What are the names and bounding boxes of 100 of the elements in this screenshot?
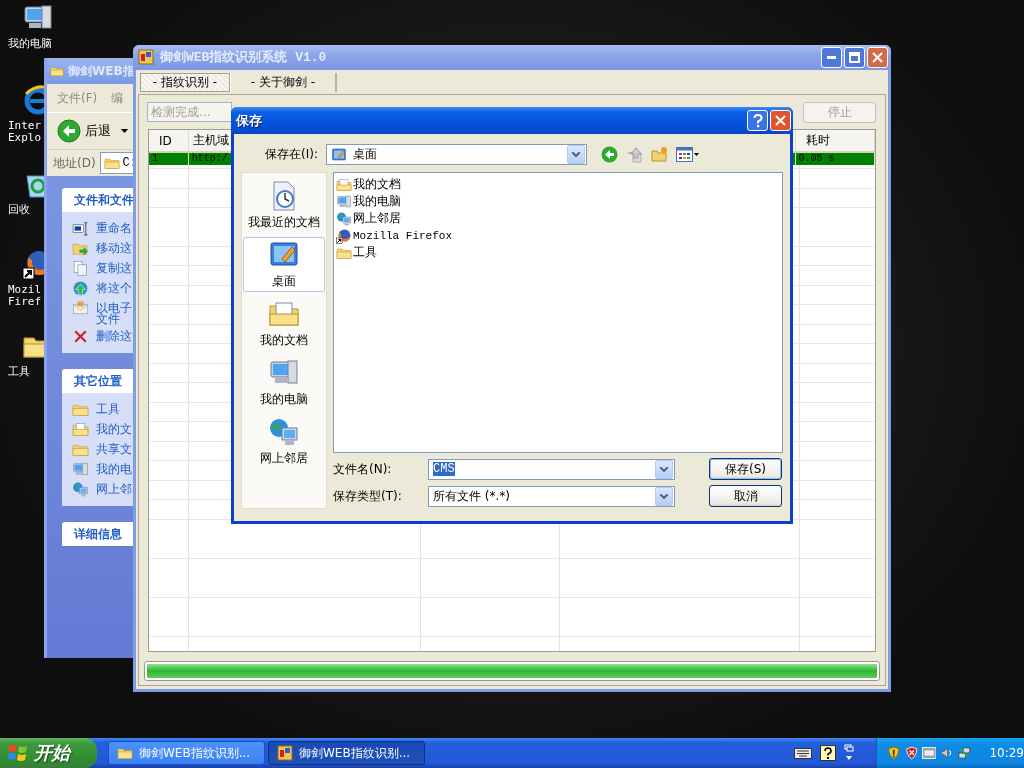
places-item[interactable]: 我的电脑 [243, 355, 325, 410]
task-link[interactable]: 复制这 [96, 260, 133, 274]
table-cell: 1 [152, 153, 158, 164]
places-item[interactable]: 桌面 [243, 237, 325, 292]
help-button[interactable] [747, 110, 768, 131]
computer-icon [336, 193, 352, 210]
close-icon [872, 51, 883, 63]
places-item[interactable]: 我的文档 [243, 296, 325, 351]
windows-logo-icon [8, 744, 28, 762]
views-icon[interactable] [676, 147, 700, 162]
table-cell: http:/ [191, 153, 228, 164]
speaker-icon[interactable] [940, 745, 954, 761]
shield-icon[interactable] [887, 745, 901, 761]
tab[interactable]: - 关于御剑 - [230, 72, 337, 92]
folder-icon [117, 745, 133, 761]
file-name-label: 文件名(N): [333, 460, 393, 478]
desktop-icon-label: 我的电脑 [8, 38, 52, 50]
help-icon [752, 113, 763, 128]
text-box-icon [72, 220, 89, 237]
dropdown-value: 所有文件 (*.*) [433, 487, 510, 505]
minimize-button[interactable] [821, 46, 842, 68]
save-in-label: 保存在(I): [264, 146, 319, 163]
maximize-icon [849, 51, 860, 63]
folder-icon [50, 64, 64, 78]
column-header[interactable]: 主机域 [192, 132, 229, 149]
close-button[interactable] [867, 46, 888, 68]
save-button[interactable]: 保存(S) [709, 458, 782, 480]
computer-icon [72, 461, 89, 478]
keyboard-icon[interactable] [794, 746, 812, 760]
close-icon [775, 115, 786, 126]
task-link[interactable]: 共享文 [96, 441, 133, 455]
app-icon [277, 745, 293, 761]
column-header[interactable]: ID [159, 133, 172, 148]
file-name-field[interactable]: CMS [428, 458, 675, 480]
places-item[interactable]: 我最近的文档 [243, 178, 325, 233]
tab[interactable]: - 指纹识别 - [140, 72, 230, 92]
desktop-icon-label: Inter Explo [8, 120, 42, 144]
help-icon[interactable] [820, 745, 836, 761]
places-item[interactable]: 网上邻居 [243, 414, 325, 469]
desktop-icon-label: Mozil Firef [8, 284, 42, 308]
file-item[interactable]: 我的文档 [336, 176, 780, 193]
network-icon [268, 416, 300, 448]
file-item[interactable]: 工具 [336, 244, 780, 261]
file-item[interactable]: 网上邻居 [336, 210, 780, 227]
minimize-icon [827, 55, 836, 59]
back-icon[interactable] [601, 146, 618, 163]
file-item[interactable]: Mozilla Firefox [336, 227, 780, 244]
taskbar-button[interactable]: 御剑WEB指纹识别... [268, 741, 425, 765]
column-header[interactable]: 耗时 [805, 132, 830, 149]
globe-upload-icon [72, 280, 89, 297]
desktop-icon [331, 146, 347, 163]
network-icon [336, 210, 352, 227]
task-link[interactable]: 重命名 [96, 220, 133, 234]
task-link[interactable]: 删除这 [96, 328, 133, 342]
task-link[interactable]: 网上邻 [96, 481, 133, 495]
file-type-dropdown[interactable]: 所有文件 (*.*) [428, 485, 675, 507]
task-link[interactable]: 我的电 [96, 461, 133, 475]
documents-folder-icon [336, 176, 352, 193]
browser-icon [336, 227, 352, 244]
vm-icon[interactable] [922, 746, 937, 760]
delete-icon [72, 328, 89, 345]
dropdown-button[interactable] [655, 486, 673, 506]
table-cell: 0.05 s [798, 153, 835, 164]
window-title: 御剑WEB指纹识别系统 V1.0 [160, 49, 328, 67]
dropdown-button[interactable] [655, 459, 673, 479]
close-button[interactable] [770, 110, 791, 131]
file-name-value: CMS [433, 462, 455, 476]
start-button[interactable]: 开始 [0, 738, 97, 768]
cancel-button[interactable]: 取消 [709, 485, 782, 507]
back-icon [57, 119, 81, 143]
task-link[interactable]: 移动这 [96, 240, 133, 254]
app-icon [138, 49, 154, 66]
security-alert-icon[interactable] [904, 745, 919, 761]
documents-folder-icon [72, 421, 89, 438]
task-link[interactable]: 我的文 [96, 421, 133, 435]
panel-title[interactable]: 详细信息 [62, 522, 133, 546]
status-field: 检测完成... [147, 102, 232, 122]
panel-title[interactable]: 文件和文件 [62, 188, 133, 212]
copy-icon [72, 260, 89, 277]
caret-icon [121, 129, 128, 133]
restore-toolbar-icon[interactable] [844, 744, 854, 762]
envelope-icon [72, 300, 89, 317]
save-in-dropdown[interactable]: 桌面 [326, 144, 587, 165]
desktop-icon-label: 工具 [8, 366, 30, 378]
network-connection-icon[interactable] [957, 745, 972, 761]
file-type-label: 保存类型(T): [333, 487, 403, 505]
task-link[interactable]: 以电子文件 [96, 300, 133, 325]
task-link[interactable]: 工具 [96, 401, 133, 415]
task-link[interactable]: 将这个 [96, 280, 133, 294]
dropdown-value: 桌面 [353, 146, 377, 163]
file-item[interactable]: 我的电脑 [336, 193, 780, 210]
folder-icon [103, 155, 120, 171]
address-label: 地址(D) [53, 154, 96, 172]
network-icon [72, 481, 89, 498]
maximize-button[interactable] [844, 46, 865, 68]
dropdown-button[interactable] [567, 145, 585, 164]
desktop-icon-label: 回收 [8, 204, 30, 216]
clock[interactable]: 10:29 [989, 746, 1024, 760]
panel-title[interactable]: 其它位置 [62, 369, 133, 393]
dialog-title: 保存 [236, 111, 263, 130]
